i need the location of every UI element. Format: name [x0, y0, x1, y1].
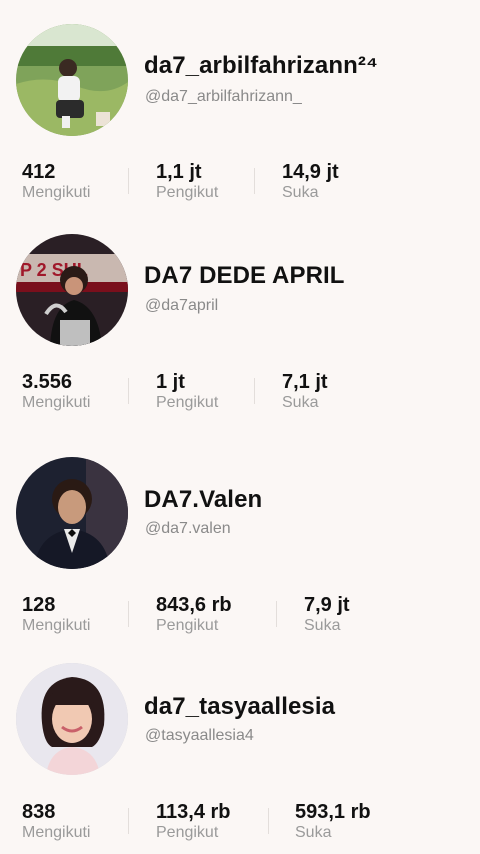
avatar[interactable]	[16, 663, 128, 775]
stat-following[interactable]: 838 Mengikuti	[22, 801, 90, 843]
stat-likes[interactable]: 7,1 jt Suka	[282, 371, 328, 413]
divider	[268, 808, 269, 834]
profile-photo-suit-icon	[16, 457, 128, 569]
avatar[interactable]	[16, 457, 128, 569]
divider	[128, 378, 129, 404]
stat-value: 7,1 jt	[282, 371, 328, 393]
stat-followers[interactable]: 1,1 jt Pengikut	[156, 161, 218, 203]
profile-photo-stage-icon: P 2 SUL	[16, 234, 128, 346]
stat-value: 128	[22, 594, 56, 616]
profile-photo-portrait-icon	[16, 663, 128, 775]
display-name[interactable]: DA7 DEDE APRIL	[144, 262, 345, 290]
stat-label: Pengikut	[156, 617, 219, 634]
profile-photo-field-icon	[16, 24, 128, 136]
stat-value: 412	[22, 161, 56, 183]
stat-label: Suka	[282, 184, 319, 201]
stat-value: 1 jt	[156, 371, 185, 393]
stat-followers[interactable]: 113,4 rb Pengikut	[156, 801, 231, 843]
divider	[128, 808, 129, 834]
stat-likes[interactable]: 14,9 jt Suka	[282, 161, 339, 203]
divider	[128, 601, 129, 627]
stat-label: Mengikuti	[22, 394, 91, 411]
stat-following[interactable]: 412 Mengikuti	[22, 161, 90, 203]
display-name[interactable]: da7_tasyaallesia	[144, 693, 335, 721]
stat-value: 843,6 rb	[156, 594, 232, 616]
username-handle: @da7_arbilfahrizann_	[145, 88, 302, 105]
username-handle: @da7april	[145, 297, 219, 314]
stat-label: Mengikuti	[22, 824, 91, 841]
divider	[254, 378, 255, 404]
stat-value: 14,9 jt	[282, 161, 339, 183]
display-name[interactable]: DA7.Valen	[144, 486, 262, 514]
avatar[interactable]: P 2 SUL	[16, 234, 128, 346]
stat-value: 7,9 jt	[304, 594, 350, 616]
stat-label: Mengikuti	[22, 184, 91, 201]
username-handle: @da7.valen	[145, 520, 231, 537]
stat-label: Suka	[304, 617, 341, 634]
stat-value: 3.556	[22, 371, 73, 393]
stat-label: Pengikut	[156, 394, 219, 411]
stat-likes[interactable]: 593,1 rb Suka	[295, 801, 371, 843]
stat-label: Pengikut	[156, 184, 219, 201]
stat-followers[interactable]: 1 jt Pengikut	[156, 371, 218, 413]
stat-label: Suka	[295, 824, 332, 841]
stat-following[interactable]: 128 Mengikuti	[22, 594, 90, 636]
stat-label: Pengikut	[156, 824, 219, 841]
stat-label: Suka	[282, 394, 319, 411]
stat-value: 593,1 rb	[295, 801, 371, 823]
stat-value: 113,4 rb	[156, 801, 231, 823]
stat-value: 1,1 jt	[156, 161, 202, 183]
avatar[interactable]	[16, 24, 128, 136]
divider	[254, 168, 255, 194]
username-handle: @tasyaallesia4	[145, 727, 254, 744]
stat-value: 838	[22, 801, 56, 823]
stat-following[interactable]: 3.556 Mengikuti	[22, 371, 90, 413]
divider	[276, 601, 277, 627]
stat-followers[interactable]: 843,6 rb Pengikut	[156, 594, 232, 636]
display-name[interactable]: da7_arbilfahrizann²⁴	[144, 52, 378, 80]
stat-likes[interactable]: 7,9 jt Suka	[304, 594, 350, 636]
divider	[128, 168, 129, 194]
stat-label: Mengikuti	[22, 617, 91, 634]
